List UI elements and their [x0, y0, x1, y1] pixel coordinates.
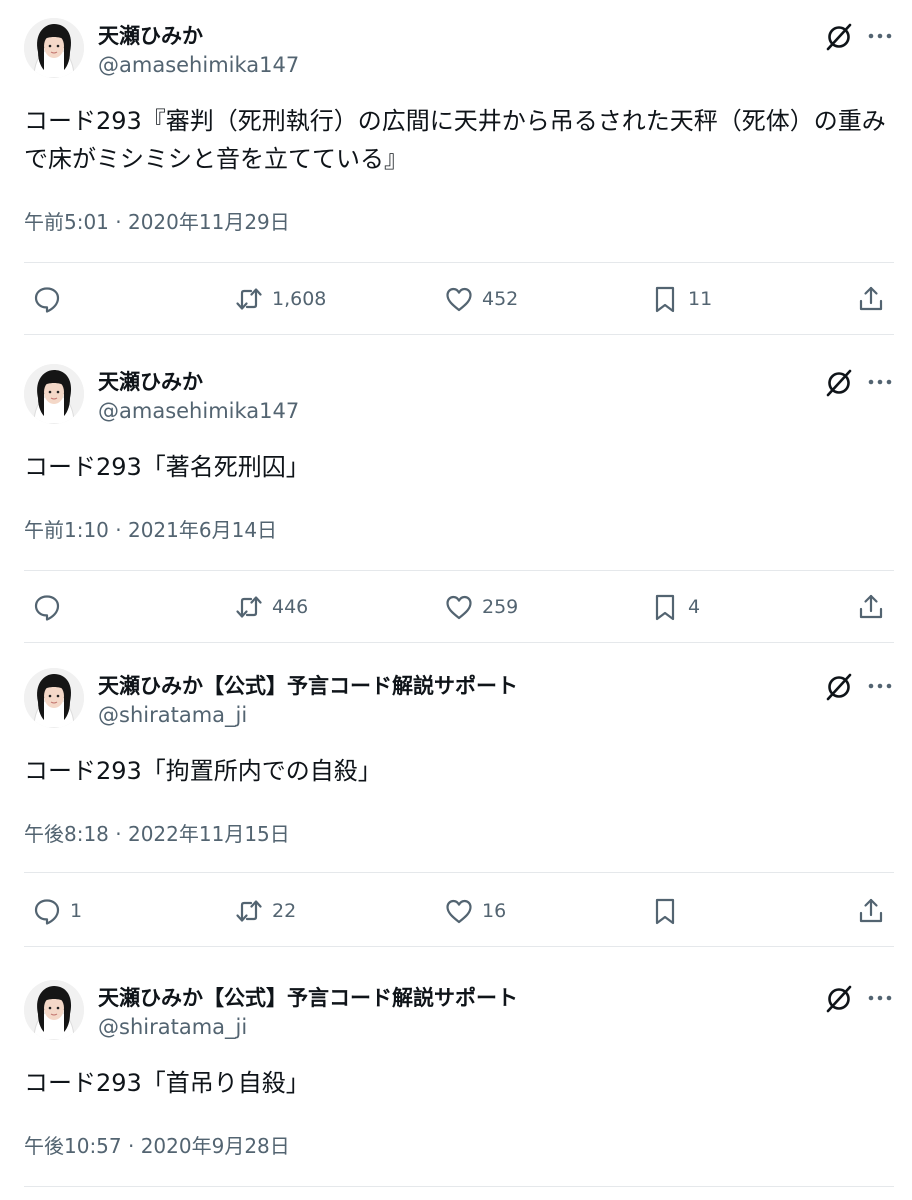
- timestamp[interactable]: 午前5:01 · 2020年11月29日: [24, 206, 290, 235]
- bookmark-icon: [650, 284, 680, 314]
- more-icon[interactable]: [866, 672, 894, 700]
- retweet-icon: [234, 592, 264, 622]
- more-icon[interactable]: [866, 984, 894, 1012]
- bookmark-icon: [650, 896, 680, 926]
- like-button[interactable]: 16: [444, 891, 506, 931]
- share-icon: [856, 284, 886, 314]
- reply-icon: [32, 284, 62, 314]
- retweet-button[interactable]: 1,608: [234, 279, 326, 319]
- avatar[interactable]: [24, 18, 84, 78]
- more-icon[interactable]: [866, 22, 894, 50]
- like-button[interactable]: 452: [444, 279, 518, 319]
- timestamp[interactable]: 午後10:57 · 2020年9月28日: [24, 1130, 290, 1159]
- grok-icon[interactable]: [824, 672, 854, 702]
- tweet-text: コード293「拘置所内での自殺」: [24, 757, 382, 785]
- handle[interactable]: @shiratama_ji: [98, 703, 247, 727]
- reply-count: 1: [70, 900, 83, 922]
- like-count: 452: [482, 288, 519, 310]
- divider: [24, 1186, 894, 1187]
- tweet-text: コード293「首吊り自殺」: [24, 1069, 310, 1097]
- like-icon: [444, 592, 474, 622]
- display-name[interactable]: 天瀬ひみか: [98, 366, 203, 396]
- reply-button[interactable]: 1: [32, 891, 82, 931]
- tweet-text: コード293「著名死刑囚」: [24, 453, 310, 481]
- divider: [24, 946, 894, 947]
- bookmark-icon: [650, 592, 680, 622]
- action-bar: 1 22 16: [0, 891, 912, 931]
- grok-icon[interactable]: [824, 984, 854, 1014]
- like-icon: [444, 284, 474, 314]
- divider: [24, 262, 894, 263]
- handle[interactable]: @shiratama_ji: [98, 1015, 247, 1039]
- share-icon: [856, 592, 886, 622]
- divider: [24, 570, 894, 571]
- grok-icon[interactable]: [824, 22, 854, 52]
- retweet-icon: [234, 896, 264, 926]
- action-bar: 1,608 452 11: [0, 279, 912, 319]
- reply-button[interactable]: [32, 279, 70, 319]
- divider: [24, 334, 894, 335]
- tweet-text: コード293『審判（死刑執行）の広間に天井から吊るされた天秤（死体）の重みで床が…: [24, 107, 886, 173]
- bookmark-count: 11: [688, 288, 713, 310]
- bookmark-button[interactable]: 4: [650, 587, 700, 627]
- retweet-count: 22: [272, 900, 297, 922]
- share-button[interactable]: [856, 279, 886, 319]
- reply-icon: [32, 592, 62, 622]
- handle[interactable]: @amasehimika147: [98, 53, 299, 77]
- like-count: 16: [482, 900, 507, 922]
- avatar[interactable]: [24, 364, 84, 424]
- timestamp[interactable]: 午前1:10 · 2021年6月14日: [24, 514, 277, 543]
- display-name[interactable]: 天瀬ひみか: [98, 20, 203, 50]
- bookmark-button[interactable]: 11: [650, 279, 712, 319]
- share-icon: [856, 896, 886, 926]
- share-button[interactable]: [856, 891, 886, 931]
- like-count: 259: [482, 596, 519, 618]
- retweet-button[interactable]: 446: [234, 587, 308, 627]
- grok-icon[interactable]: [824, 368, 854, 398]
- bookmark-count: 4: [688, 596, 701, 618]
- share-button[interactable]: [856, 587, 886, 627]
- display-name[interactable]: 天瀬ひみか【公式】予言コード解説サポート: [98, 982, 518, 1012]
- divider: [24, 872, 894, 873]
- like-icon: [444, 896, 474, 926]
- handle[interactable]: @amasehimika147: [98, 399, 299, 423]
- timestamp[interactable]: 午後8:18 · 2022年11月15日: [24, 818, 290, 847]
- bookmark-button[interactable]: [650, 891, 688, 931]
- like-button[interactable]: 259: [444, 587, 518, 627]
- retweet-count: 446: [272, 596, 309, 618]
- action-bar: 446 259 4: [0, 587, 912, 627]
- avatar[interactable]: [24, 980, 84, 1040]
- divider: [24, 642, 894, 643]
- avatar[interactable]: [24, 668, 84, 728]
- reply-icon: [32, 896, 62, 926]
- retweet-icon: [234, 284, 264, 314]
- retweet-button[interactable]: 22: [234, 891, 296, 931]
- more-icon[interactable]: [866, 368, 894, 396]
- retweet-count: 1,608: [272, 288, 327, 310]
- reply-button[interactable]: [32, 587, 70, 627]
- display-name[interactable]: 天瀬ひみか【公式】予言コード解説サポート: [98, 670, 518, 700]
